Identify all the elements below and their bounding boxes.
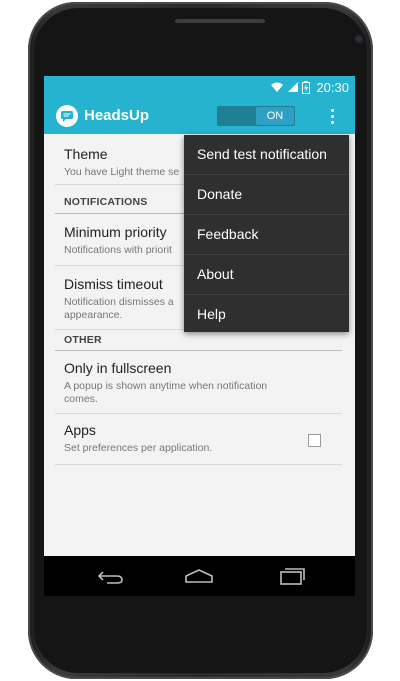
menu-item-feedback[interactable]: Feedback [184, 215, 349, 255]
pref-only-fullscreen-summary-2: comes. [64, 393, 98, 405]
app-title: HeadsUp [84, 107, 150, 124]
recents-icon[interactable] [271, 564, 311, 588]
battery-icon [302, 80, 311, 94]
pref-minimum-priority-summary: Notifications with priorit [64, 244, 172, 256]
home-icon[interactable] [179, 564, 219, 588]
menu-item-about[interactable]: About [184, 255, 349, 295]
back-icon[interactable] [91, 564, 131, 588]
signal-icon [288, 82, 299, 92]
pref-only-fullscreen-summary-1: A popup is shown anytime when notificati… [64, 380, 268, 392]
pref-apps-summary: Set preferences per application. [64, 442, 213, 454]
pref-apps-title: Apps [64, 422, 96, 438]
more-vert-icon[interactable] [324, 106, 340, 126]
pref-apps[interactable]: Apps Set preferences per application. [55, 414, 342, 465]
enable-toggle[interactable]: ON [217, 106, 295, 126]
pref-theme-title: Theme [64, 146, 108, 162]
earpiece-speaker [175, 19, 265, 23]
overflow-menu: Send test notification Donate Feedback A… [184, 135, 349, 332]
toggle-state-label: ON [256, 107, 294, 125]
menu-item-label: Donate [197, 186, 243, 202]
front-camera [353, 33, 365, 45]
menu-item-send-test-notification[interactable]: Send test notification [184, 135, 349, 175]
category-other: OTHER [64, 334, 102, 346]
pref-theme-summary: You have Light theme se [64, 166, 180, 178]
pref-only-fullscreen[interactable]: Only in fullscreen A popup is shown anyt… [55, 351, 342, 414]
menu-item-label: Send test notification [197, 146, 327, 162]
device-screen: 20:30 HeadsUp ON Theme You have Light th… [44, 76, 355, 596]
menu-item-label: Feedback [197, 226, 259, 242]
status-time: 20:30 [316, 79, 349, 95]
pref-dismiss-timeout-title: Dismiss timeout [64, 276, 163, 292]
chat-bubble-icon-glyph [61, 111, 73, 122]
pref-minimum-priority-title: Minimum priority [64, 224, 167, 240]
menu-item-label: About [197, 266, 234, 282]
pref-dismiss-timeout-summary-2: appearance. [64, 309, 123, 321]
action-bar: HeadsUp ON [44, 98, 355, 134]
pref-only-fullscreen-title: Only in fullscreen [64, 360, 172, 376]
wifi-icon [271, 82, 284, 92]
menu-item-help[interactable]: Help [184, 295, 349, 334]
chat-bubble-icon[interactable] [56, 105, 78, 127]
menu-item-donate[interactable]: Donate [184, 175, 349, 215]
status-bar: 20:30 [44, 76, 355, 98]
pref-dismiss-timeout-summary-1: Notification dismisses a [64, 296, 174, 308]
navigation-bar [44, 556, 355, 596]
category-notifications: NOTIFICATIONS [64, 196, 148, 208]
menu-item-label: Help [197, 306, 226, 322]
status-icons: 20:30 [270, 79, 349, 95]
